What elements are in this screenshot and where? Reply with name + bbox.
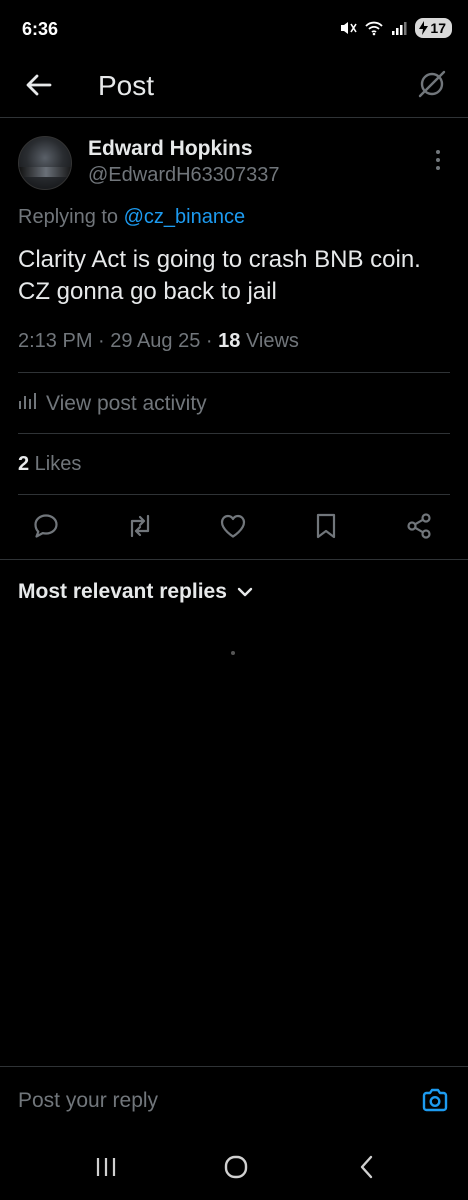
charging-icon — [419, 21, 429, 35]
home-button[interactable] — [218, 1154, 254, 1184]
reply-composer — [0, 1066, 468, 1138]
signal-icon — [391, 20, 407, 36]
reply-input[interactable] — [18, 1089, 398, 1113]
home-icon — [223, 1154, 249, 1185]
likes-count: 2 — [18, 453, 30, 475]
post-meta: 2:13 PM · 29 Aug 25 · 18 Views — [18, 330, 299, 352]
mute-icon — [339, 20, 358, 36]
loading-indicator — [231, 651, 235, 655]
chevron-left-icon — [357, 1155, 377, 1184]
likes-label: Likes — [29, 453, 82, 475]
post-author: Edward Hopkins @EdwardH63307337 — [18, 132, 450, 202]
view-post-activity[interactable]: View post activity — [18, 392, 207, 416]
recent-apps-icon — [93, 1156, 119, 1183]
status-bar: 6:36 17 — [0, 0, 468, 60]
status-time: 6:36 — [22, 19, 59, 39]
share-icon — [405, 512, 433, 545]
mention-link[interactable]: @cz_binance — [124, 206, 245, 228]
post-text: Clarity Act is going to crash BNB coin. … — [18, 246, 421, 305]
top-bar: Post — [0, 60, 468, 118]
back-nav-button[interactable] — [349, 1154, 385, 1184]
battery-indicator: 17 — [415, 18, 452, 38]
divider — [18, 433, 450, 434]
replying-to: Replying to @cz_binance — [18, 206, 245, 229]
camera-icon — [421, 1087, 449, 1118]
divider — [18, 494, 450, 495]
replies-sort-label: Most relevant replies — [18, 580, 227, 603]
author-display-name[interactable]: Edward Hopkins — [88, 137, 253, 161]
heart-icon — [219, 513, 247, 544]
bar-chart-icon — [18, 392, 38, 416]
like-button[interactable] — [217, 512, 249, 544]
divider — [0, 559, 468, 560]
action-bar — [0, 508, 468, 548]
camera-button[interactable] — [420, 1087, 450, 1117]
post-date: 29 Aug 25 — [110, 330, 201, 352]
repost-button[interactable] — [124, 512, 156, 544]
replies-sort-dropdown[interactable]: Most relevant replies — [18, 580, 253, 604]
repost-icon — [125, 512, 155, 545]
wifi-icon — [365, 20, 384, 36]
reply-icon — [32, 512, 60, 545]
back-button[interactable] — [22, 70, 56, 104]
divider — [18, 372, 450, 373]
views-label: Views — [240, 330, 299, 352]
status-icons: 17 — [339, 18, 452, 38]
grok-icon — [417, 69, 447, 104]
recent-apps-button[interactable] — [88, 1154, 124, 1184]
battery-level: 17 — [430, 20, 446, 36]
likes-summary[interactable]: 2 Likes — [18, 453, 81, 476]
author-handle[interactable]: @EdwardH63307337 — [88, 164, 280, 187]
view-post-activity-label: View post activity — [46, 392, 207, 415]
page-title: Post — [98, 70, 155, 101]
more-vertical-icon — [436, 150, 440, 154]
arrow-left-icon — [26, 74, 52, 101]
reply-button[interactable] — [30, 512, 62, 544]
bookmark-icon — [314, 512, 338, 545]
replying-to-prefix: Replying to — [18, 206, 124, 228]
post-time: 2:13 PM — [18, 330, 93, 352]
bookmark-button[interactable] — [310, 512, 342, 544]
share-button[interactable] — [403, 512, 435, 544]
chevron-down-icon — [237, 580, 253, 604]
grok-button[interactable] — [414, 68, 450, 104]
views-count: 18 — [218, 330, 241, 352]
more-options-button[interactable] — [428, 148, 448, 172]
avatar[interactable] — [18, 136, 72, 190]
system-nav-bar — [0, 1138, 468, 1200]
